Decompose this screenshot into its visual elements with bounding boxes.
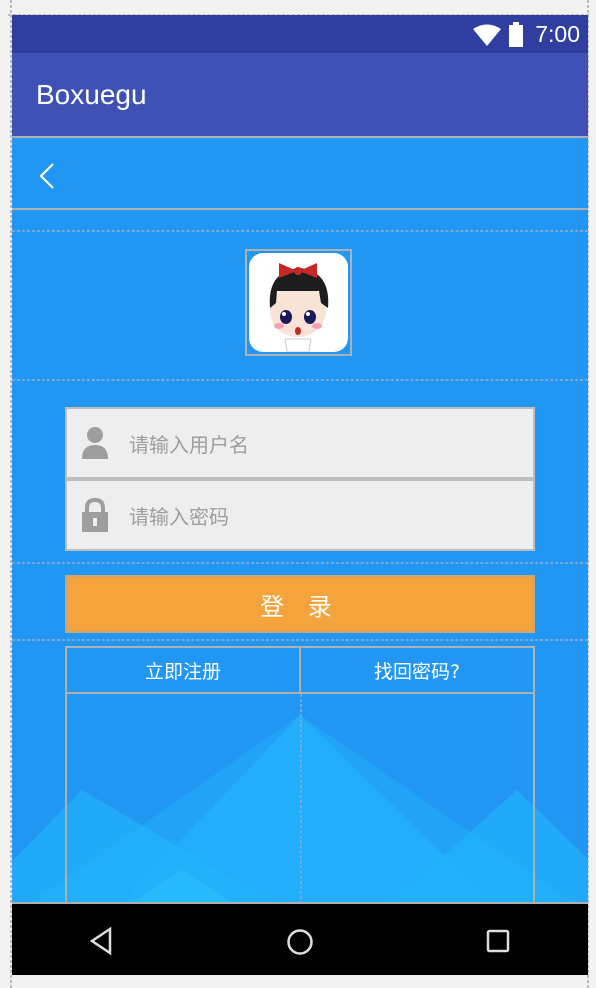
password-field[interactable]: 请输入密码 [65,479,535,551]
title-bar [12,136,588,210]
links-area: 立即注册 找回密码? [65,646,535,904]
cartoon-girl-image [269,263,329,352]
forgot-password-link[interactable]: 找回密码? [301,648,533,694]
login-button[interactable]: 登 录 [65,575,535,633]
password-input[interactable]: 请输入密码 [129,501,229,530]
lock-icon [82,498,108,532]
chevron-left-icon[interactable] [38,162,56,190]
register-link[interactable]: 立即注册 [67,648,301,694]
layout-guide [12,379,588,381]
recents-icon[interactable] [486,929,510,953]
layout-guide [12,639,588,641]
layout-guide [300,694,302,904]
clock: 7:00 [535,21,580,47]
user-icon [82,427,108,459]
back-icon[interactable] [88,926,114,956]
username-field[interactable]: 请输入用户名 [65,407,535,479]
app-title: Boxuegu [36,79,147,110]
status-bar: 7:00 [12,15,588,53]
navigation-bar [12,902,588,975]
home-icon[interactable] [286,928,314,956]
avatar [245,249,352,356]
layout-guide [12,230,588,232]
app-bar: Boxuegu [12,53,588,136]
wifi-icon [473,24,501,46]
layout-guide [12,562,588,564]
username-input[interactable]: 请输入用户名 [129,429,249,458]
device-screen: 7:00 Boxuegu 请输入用户名 请输入密码 登 录 立即注册 找回密码? [12,15,588,975]
battery-icon [509,22,523,47]
